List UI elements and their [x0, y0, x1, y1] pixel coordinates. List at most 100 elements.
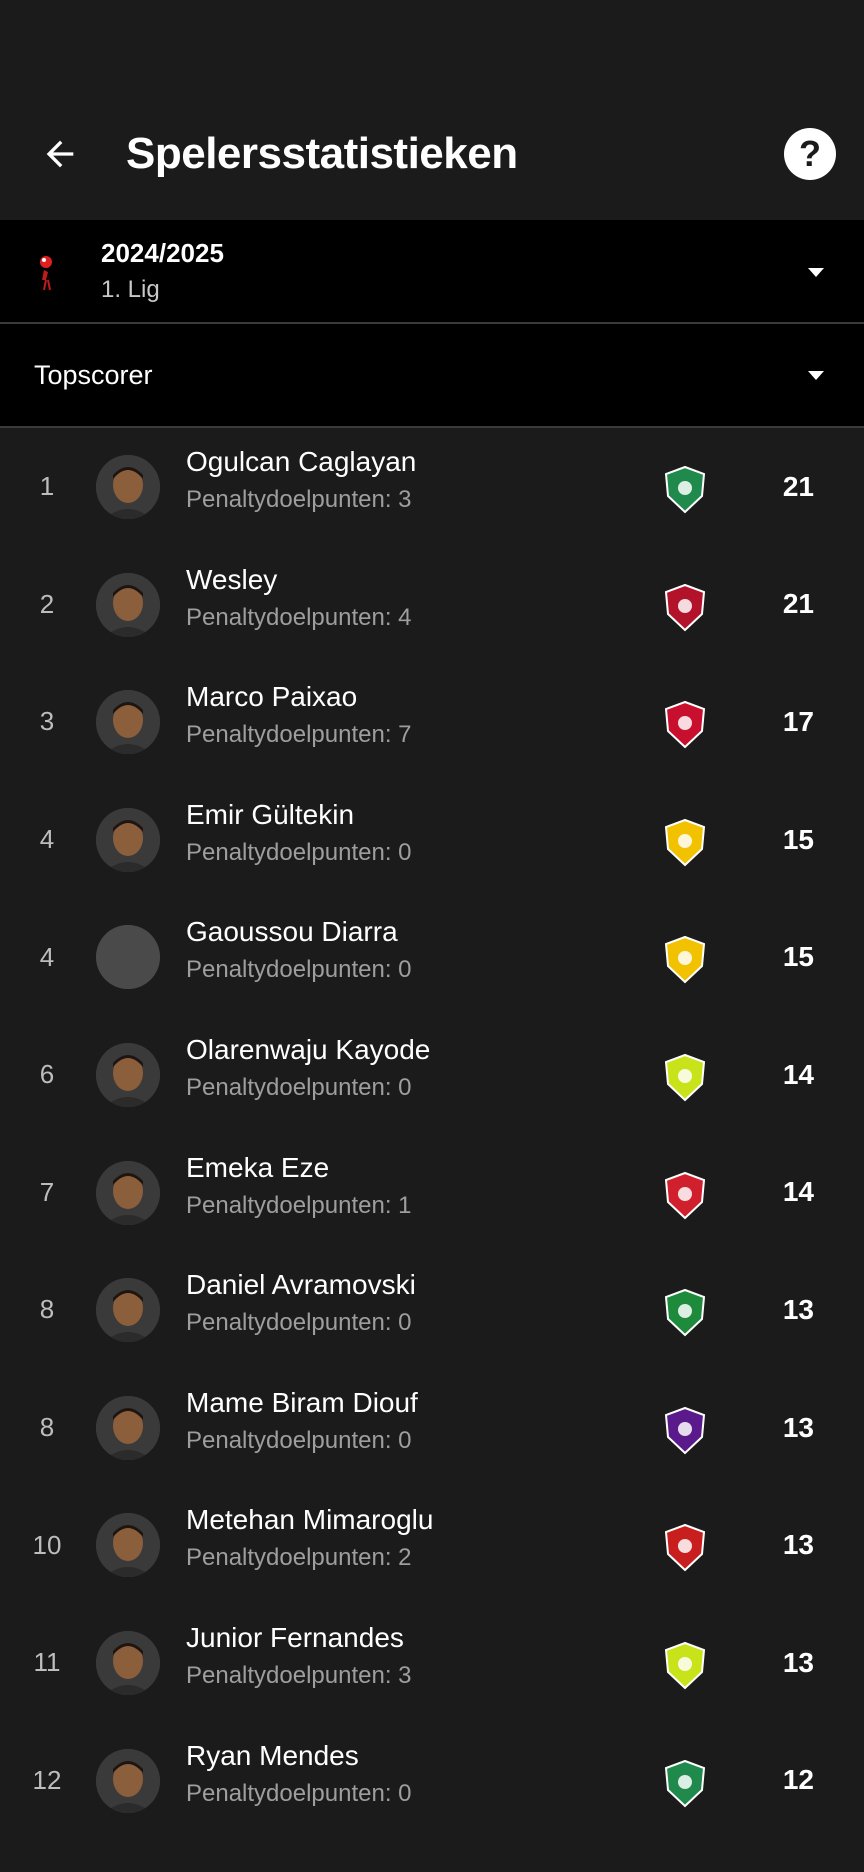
rank-number: 7	[39, 1176, 55, 1207]
player-row[interactable]: 2 Wesley Penaltydoelpunten: 4 21	[0, 546, 864, 664]
page-title: Spelersstatistieken	[126, 129, 518, 178]
player-row[interactable]: 4 Gaoussou Diarra Penaltydoelpunten: 0 15	[0, 898, 864, 1016]
goal-count: 21	[782, 588, 814, 620]
club-logo-icon	[660, 1405, 710, 1455]
penalty-goals: Penaltydoelpunten: 1	[186, 1191, 412, 1219]
penalty-goals: Penaltydoelpunten: 0	[186, 1073, 412, 1101]
goal-count: 13	[782, 1293, 814, 1325]
player-avatar	[96, 807, 160, 872]
penalty-goals: Penaltydoelpunten: 0	[186, 1779, 412, 1807]
player-row[interactable]: 12 Ryan Mendes Penaltydoelpunten: 0 12	[0, 1722, 864, 1840]
league-logo-icon	[40, 256, 52, 291]
penalty-goals: Penaltydoelpunten: 3	[186, 1661, 412, 1689]
player-avatar	[96, 925, 160, 990]
penalty-goals: Penaltydoelpunten: 4	[186, 603, 412, 631]
player-name: Daniel Avramovski	[186, 1269, 416, 1301]
rank-number: 11	[33, 1647, 61, 1678]
player-avatar	[96, 572, 160, 637]
goal-count: 14	[782, 1176, 814, 1208]
penalty-goals: Penaltydoelpunten: 7	[186, 721, 412, 749]
player-avatar	[96, 1395, 160, 1460]
rank-number: 8	[39, 1294, 55, 1325]
player-row[interactable]: 7 Emeka Eze Penaltydoelpunten: 1 14	[0, 1134, 864, 1252]
goal-count: 13	[782, 1411, 814, 1443]
club-logo-icon	[660, 464, 710, 514]
goal-count: 17	[782, 705, 814, 737]
penalty-goals: Penaltydoelpunten: 0	[186, 1309, 412, 1337]
player-name: Ryan Mendes	[186, 1739, 359, 1771]
category-selector[interactable]: Topscorer	[0, 324, 864, 428]
goal-count: 12	[782, 1764, 814, 1796]
status-bar	[0, 0, 864, 88]
player-avatar	[96, 455, 160, 519]
player-row[interactable]: 6 Olarenwaju Kayode Penaltydoelpunten: 0 14	[0, 1016, 864, 1134]
player-row[interactable]: 3 Marco Paixao Penaltydoelpunten: 7 17	[0, 663, 864, 781]
player-row[interactable]: 8 Daniel Avramovski Penaltydoelpunten: 0 13	[0, 1251, 864, 1369]
player-avatar	[96, 1278, 160, 1343]
player-avatar	[96, 690, 160, 755]
goal-count: 13	[782, 1529, 814, 1561]
player-name: Emir Gültekin	[186, 798, 355, 830]
club-logo-icon	[660, 1522, 710, 1572]
club-logo-icon	[660, 1758, 710, 1808]
club-logo-icon	[660, 817, 710, 867]
category-label: Topscorer	[34, 360, 153, 390]
player-row[interactable]: 11 Junior Fernandes Penaltydoelpunten: 3 13	[0, 1604, 864, 1722]
club-logo-icon	[660, 1170, 710, 1220]
club-logo-icon	[660, 699, 710, 749]
rank-number: 10	[32, 1529, 62, 1560]
help-button[interactable]: ?	[784, 128, 836, 180]
player-avatar	[96, 1042, 160, 1107]
player-name: Olarenwaju Kayode	[186, 1033, 431, 1065]
player-row[interactable]: 10 Metehan Mimaroglu Penaltydoelpunten: 2 1…	[0, 1486, 864, 1604]
player-row[interactable]: 8 Mame Biram Diouf Penaltydoelpunten: 0 13	[0, 1369, 864, 1487]
player-name: Mame Biram Diouf	[186, 1386, 418, 1418]
club-logo-icon	[660, 1287, 710, 1337]
season-selector[interactable]: 2024/2025 1. Lig	[0, 220, 864, 324]
season-label: 2024/2025	[101, 238, 224, 268]
rank-number: 3	[39, 706, 55, 737]
player-avatar	[96, 1630, 160, 1695]
player-list: 1 Ogulcan Caglayan Penaltydoelpunten: 3 21 2…	[0, 428, 864, 1872]
help-circle-icon: ?	[799, 133, 821, 174]
player-name: Ogulcan Caglayan	[186, 446, 417, 477]
player-name: Metehan Mimaroglu	[186, 1504, 434, 1536]
player-name: Wesley	[186, 563, 278, 595]
player-row[interactable]: 1 Ogulcan Caglayan Penaltydoelpunten: 3 21	[0, 428, 864, 546]
app-bar: Spelersstatistieken ?	[0, 88, 864, 220]
rank-number: 6	[39, 1059, 55, 1090]
club-logo-icon	[660, 1640, 710, 1690]
goal-count: 14	[782, 1058, 814, 1090]
league-label: 1. Lig	[101, 276, 160, 303]
goal-count: 15	[782, 941, 814, 973]
player-avatar	[96, 1513, 160, 1578]
player-avatar	[96, 1748, 160, 1813]
player-name: Gaoussou Diarra	[186, 916, 398, 948]
chevron-down-icon	[808, 268, 824, 277]
club-logo-icon	[660, 1052, 710, 1102]
rank-number: 2	[39, 588, 55, 619]
arrow-left-icon	[46, 140, 74, 168]
chevron-down-icon	[808, 371, 824, 380]
player-row[interactable]: 4 Emir Gültekin Penaltydoelpunten: 0 15	[0, 781, 864, 899]
rank-number: 4	[39, 824, 55, 855]
back-button[interactable]	[28, 122, 92, 186]
player-avatar	[96, 1160, 160, 1225]
penalty-goals: Penaltydoelpunten: 0	[186, 838, 412, 866]
rank-number: 4	[39, 941, 55, 972]
player-name: Marco Paixao	[186, 681, 358, 713]
player-row[interactable]: Eren Tozlu	[0, 1839, 864, 1872]
goal-count: 13	[782, 1646, 814, 1678]
penalty-goals: Penaltydoelpunten: 0	[186, 956, 412, 984]
penalty-goals: Penaltydoelpunten: 0	[186, 1426, 412, 1454]
goal-count: 15	[782, 823, 814, 855]
club-logo-icon	[660, 582, 710, 632]
penalty-goals: Penaltydoelpunten: 2	[186, 1544, 412, 1572]
rank-number: 8	[39, 1412, 55, 1443]
penalty-goals: Penaltydoelpunten: 3	[186, 486, 412, 513]
club-logo-icon	[660, 934, 710, 984]
rank-number: 12	[32, 1764, 62, 1795]
player-name: Emeka Eze	[186, 1151, 330, 1183]
goal-count: 21	[782, 470, 814, 502]
rank-number: 1	[39, 471, 55, 502]
